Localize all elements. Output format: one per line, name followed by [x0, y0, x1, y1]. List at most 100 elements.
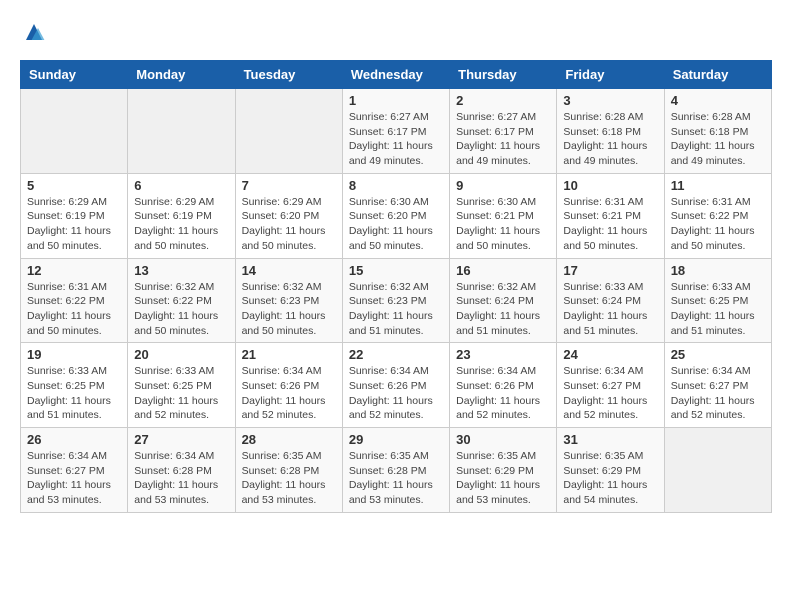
day-number: 11: [671, 178, 765, 193]
day-info: Sunrise: 6:34 AM Sunset: 6:26 PM Dayligh…: [456, 364, 550, 423]
day-number: 26: [27, 432, 121, 447]
day-number: 19: [27, 347, 121, 362]
calendar-cell: 4Sunrise: 6:28 AM Sunset: 6:18 PM Daylig…: [664, 89, 771, 174]
day-info: Sunrise: 6:28 AM Sunset: 6:18 PM Dayligh…: [563, 110, 657, 169]
weekday-header: Saturday: [664, 61, 771, 89]
day-number: 3: [563, 93, 657, 108]
calendar-week-row: 1 Sunrise: 6:27 AM Sunset: 6:17 PM Daylig…: [21, 89, 772, 174]
calendar-cell: 27Sunrise: 6:34 AM Sunset: 6:28 PM Dayli…: [128, 428, 235, 513]
day-number: 7: [242, 178, 336, 193]
calendar-cell: 5 Sunrise: 6:29 AM Sunset: 6:19 PM Daylig…: [21, 173, 128, 258]
weekday-header: Friday: [557, 61, 664, 89]
calendar-week-row: 26 Sunrise: 6:34 AM Sunset: 6:27 PM Dayli…: [21, 428, 772, 513]
day-info: Sunrise: 6:32 AM Sunset: 6:24 PM Dayligh…: [456, 280, 550, 339]
day-info: Sunrise: 6:31 AM Sunset: 6:22 PM Dayligh…: [27, 280, 121, 339]
calendar-cell: 14 Sunrise: 6:32 AM Sunset: 6:23 PM Dayli…: [235, 258, 342, 343]
calendar-header: SundayMondayTuesdayWednesdayThursdayFrid…: [21, 61, 772, 89]
calendar-cell: 19 Sunrise: 6:33 AM Sunset: 6:25 PM Dayli…: [21, 343, 128, 428]
day-number: 22: [349, 347, 443, 362]
calendar-cell: 31 Sunrise: 6:35 AM Sunset: 6:29 PM Dayli…: [557, 428, 664, 513]
weekday-header: Sunday: [21, 61, 128, 89]
calendar-cell: 1 Sunrise: 6:27 AM Sunset: 6:17 PM Daylig…: [342, 89, 449, 174]
calendar-cell: 21 Sunrise: 6:34 AM Sunset: 6:26 PM Dayli…: [235, 343, 342, 428]
day-info: Sunrise: 6:34 AM Sunset: 6:28 PM Dayligh…: [134, 449, 228, 508]
day-number: 10: [563, 178, 657, 193]
page-header: [20, 20, 772, 44]
logo-icon: [22, 20, 46, 44]
calendar-cell: 6 Sunrise: 6:29 AM Sunset: 6:19 PM Daylig…: [128, 173, 235, 258]
day-number: 14: [242, 263, 336, 278]
weekday-header-row: SundayMondayTuesdayWednesdayThursdayFrid…: [21, 61, 772, 89]
day-info: Sunrise: 6:32 AM Sunset: 6:23 PM Dayligh…: [349, 280, 443, 339]
calendar-cell: 13Sunrise: 6:32 AM Sunset: 6:22 PM Dayli…: [128, 258, 235, 343]
calendar-table: SundayMondayTuesdayWednesdayThursdayFrid…: [20, 60, 772, 513]
day-info: Sunrise: 6:29 AM Sunset: 6:19 PM Dayligh…: [27, 195, 121, 254]
day-info: Sunrise: 6:34 AM Sunset: 6:27 PM Dayligh…: [563, 364, 657, 423]
day-number: 15: [349, 263, 443, 278]
day-info: Sunrise: 6:30 AM Sunset: 6:20 PM Dayligh…: [349, 195, 443, 254]
weekday-header: Thursday: [450, 61, 557, 89]
calendar-week-row: 12 Sunrise: 6:31 AM Sunset: 6:22 PM Dayli…: [21, 258, 772, 343]
calendar-cell: 15 Sunrise: 6:32 AM Sunset: 6:23 PM Dayli…: [342, 258, 449, 343]
calendar-cell: 11 Sunrise: 6:31 AM Sunset: 6:22 PM Dayli…: [664, 173, 771, 258]
day-number: 12: [27, 263, 121, 278]
calendar-cell: 30 Sunrise: 6:35 AM Sunset: 6:29 PM Dayli…: [450, 428, 557, 513]
day-info: Sunrise: 6:34 AM Sunset: 6:27 PM Dayligh…: [27, 449, 121, 508]
day-number: 30: [456, 432, 550, 447]
day-info: Sunrise: 6:32 AM Sunset: 6:23 PM Dayligh…: [242, 280, 336, 339]
weekday-header: Monday: [128, 61, 235, 89]
calendar-cell: 2 Sunrise: 6:27 AM Sunset: 6:17 PM Daylig…: [450, 89, 557, 174]
day-info: Sunrise: 6:31 AM Sunset: 6:21 PM Dayligh…: [563, 195, 657, 254]
day-number: 24: [563, 347, 657, 362]
day-info: Sunrise: 6:31 AM Sunset: 6:22 PM Dayligh…: [671, 195, 765, 254]
day-number: 29: [349, 432, 443, 447]
day-info: Sunrise: 6:27 AM Sunset: 6:17 PM Dayligh…: [456, 110, 550, 169]
day-number: 2: [456, 93, 550, 108]
day-info: Sunrise: 6:35 AM Sunset: 6:29 PM Dayligh…: [456, 449, 550, 508]
calendar-cell: [664, 428, 771, 513]
day-number: 31: [563, 432, 657, 447]
day-number: 20: [134, 347, 228, 362]
calendar-cell: 24 Sunrise: 6:34 AM Sunset: 6:27 PM Dayli…: [557, 343, 664, 428]
calendar-cell: 12 Sunrise: 6:31 AM Sunset: 6:22 PM Dayli…: [21, 258, 128, 343]
day-number: 1: [349, 93, 443, 108]
day-number: 16: [456, 263, 550, 278]
day-number: 4: [671, 93, 765, 108]
calendar-cell: 20 Sunrise: 6:33 AM Sunset: 6:25 PM Dayli…: [128, 343, 235, 428]
day-number: 6: [134, 178, 228, 193]
day-info: Sunrise: 6:34 AM Sunset: 6:26 PM Dayligh…: [242, 364, 336, 423]
day-info: Sunrise: 6:30 AM Sunset: 6:21 PM Dayligh…: [456, 195, 550, 254]
day-number: 8: [349, 178, 443, 193]
day-number: 21: [242, 347, 336, 362]
day-info: Sunrise: 6:33 AM Sunset: 6:25 PM Dayligh…: [27, 364, 121, 423]
day-number: 13: [134, 263, 228, 278]
day-info: Sunrise: 6:33 AM Sunset: 6:25 PM Dayligh…: [134, 364, 228, 423]
weekday-header: Wednesday: [342, 61, 449, 89]
day-info: Sunrise: 6:34 AM Sunset: 6:27 PM Dayligh…: [671, 364, 765, 423]
calendar-cell: [21, 89, 128, 174]
day-number: 5: [27, 178, 121, 193]
calendar-cell: 26 Sunrise: 6:34 AM Sunset: 6:27 PM Dayli…: [21, 428, 128, 513]
calendar-cell: 29 Sunrise: 6:35 AM Sunset: 6:28 PM Dayli…: [342, 428, 449, 513]
calendar-body: 1 Sunrise: 6:27 AM Sunset: 6:17 PM Daylig…: [21, 89, 772, 513]
calendar-cell: 9Sunrise: 6:30 AM Sunset: 6:21 PM Daylig…: [450, 173, 557, 258]
day-info: Sunrise: 6:35 AM Sunset: 6:28 PM Dayligh…: [242, 449, 336, 508]
day-number: 28: [242, 432, 336, 447]
calendar-cell: 16 Sunrise: 6:32 AM Sunset: 6:24 PM Dayli…: [450, 258, 557, 343]
day-number: 23: [456, 347, 550, 362]
calendar-cell: 10 Sunrise: 6:31 AM Sunset: 6:21 PM Dayli…: [557, 173, 664, 258]
day-number: 18: [671, 263, 765, 278]
day-info: Sunrise: 6:29 AM Sunset: 6:20 PM Dayligh…: [242, 195, 336, 254]
day-info: Sunrise: 6:35 AM Sunset: 6:28 PM Dayligh…: [349, 449, 443, 508]
calendar-cell: 18Sunrise: 6:33 AM Sunset: 6:25 PM Dayli…: [664, 258, 771, 343]
calendar-cell: [235, 89, 342, 174]
day-info: Sunrise: 6:34 AM Sunset: 6:26 PM Dayligh…: [349, 364, 443, 423]
logo: [20, 20, 46, 44]
day-info: Sunrise: 6:29 AM Sunset: 6:19 PM Dayligh…: [134, 195, 228, 254]
calendar-cell: [128, 89, 235, 174]
calendar-cell: 3 Sunrise: 6:28 AM Sunset: 6:18 PM Daylig…: [557, 89, 664, 174]
day-info: Sunrise: 6:35 AM Sunset: 6:29 PM Dayligh…: [563, 449, 657, 508]
day-info: Sunrise: 6:27 AM Sunset: 6:17 PM Dayligh…: [349, 110, 443, 169]
calendar-cell: 28 Sunrise: 6:35 AM Sunset: 6:28 PM Dayli…: [235, 428, 342, 513]
calendar-week-row: 19 Sunrise: 6:33 AM Sunset: 6:25 PM Dayli…: [21, 343, 772, 428]
